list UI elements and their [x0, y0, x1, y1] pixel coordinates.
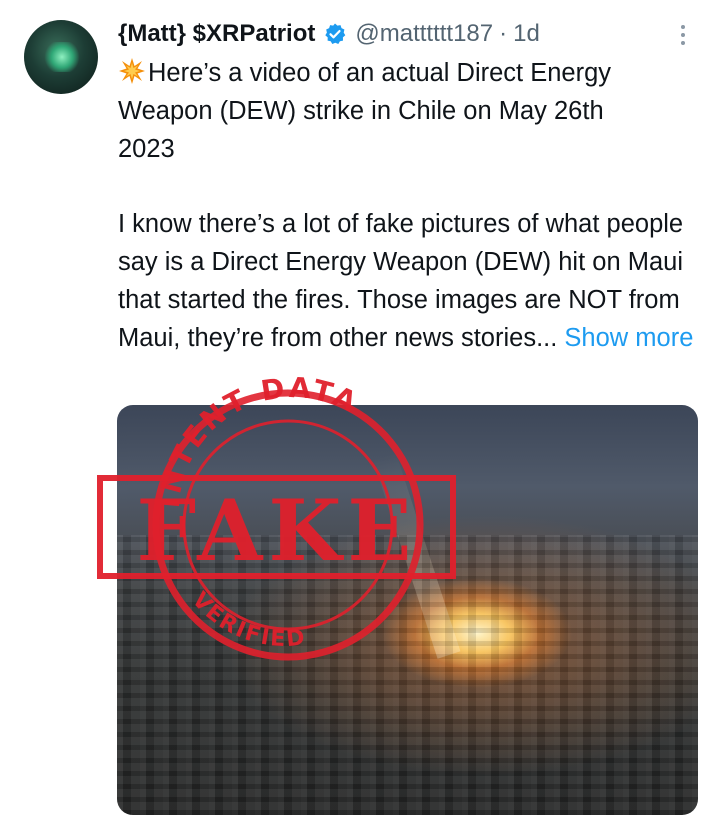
timestamp[interactable]: 1d [513, 20, 540, 48]
separator-dot: · [499, 20, 508, 47]
tweet-paragraph-2: I know there’s a lot of fake pictures of… [118, 206, 698, 357]
tweet-text: Here’s a video of an actual Direct Energ… [118, 55, 698, 357]
avatar[interactable] [24, 20, 98, 94]
tweet-media-video[interactable] [117, 405, 698, 815]
tweet-line-1: Here’s a video of an actual Direct Energ… [148, 59, 612, 87]
city-scene [117, 535, 698, 815]
verified-badge-icon[interactable] [323, 22, 347, 46]
collision-emoji-icon [119, 58, 145, 84]
more-options-icon[interactable] [673, 20, 693, 50]
user-handle[interactable]: @matttttt187 [355, 20, 493, 48]
avatar-glow [44, 42, 80, 72]
tweet-paragraph-1: Here’s a video of an actual Direct Energ… [118, 55, 698, 168]
tweet-header: {Matt} $XRPatriot @matttttt187 · 1d [118, 16, 540, 52]
show-more-link[interactable]: Show more [564, 324, 693, 352]
tweet-line-3: 2023 [118, 134, 175, 163]
tweet-line-2: Weapon (DEW) strike in Chile on May 26th [118, 96, 604, 125]
display-name[interactable]: {Matt} $XRPatriot [118, 20, 315, 48]
